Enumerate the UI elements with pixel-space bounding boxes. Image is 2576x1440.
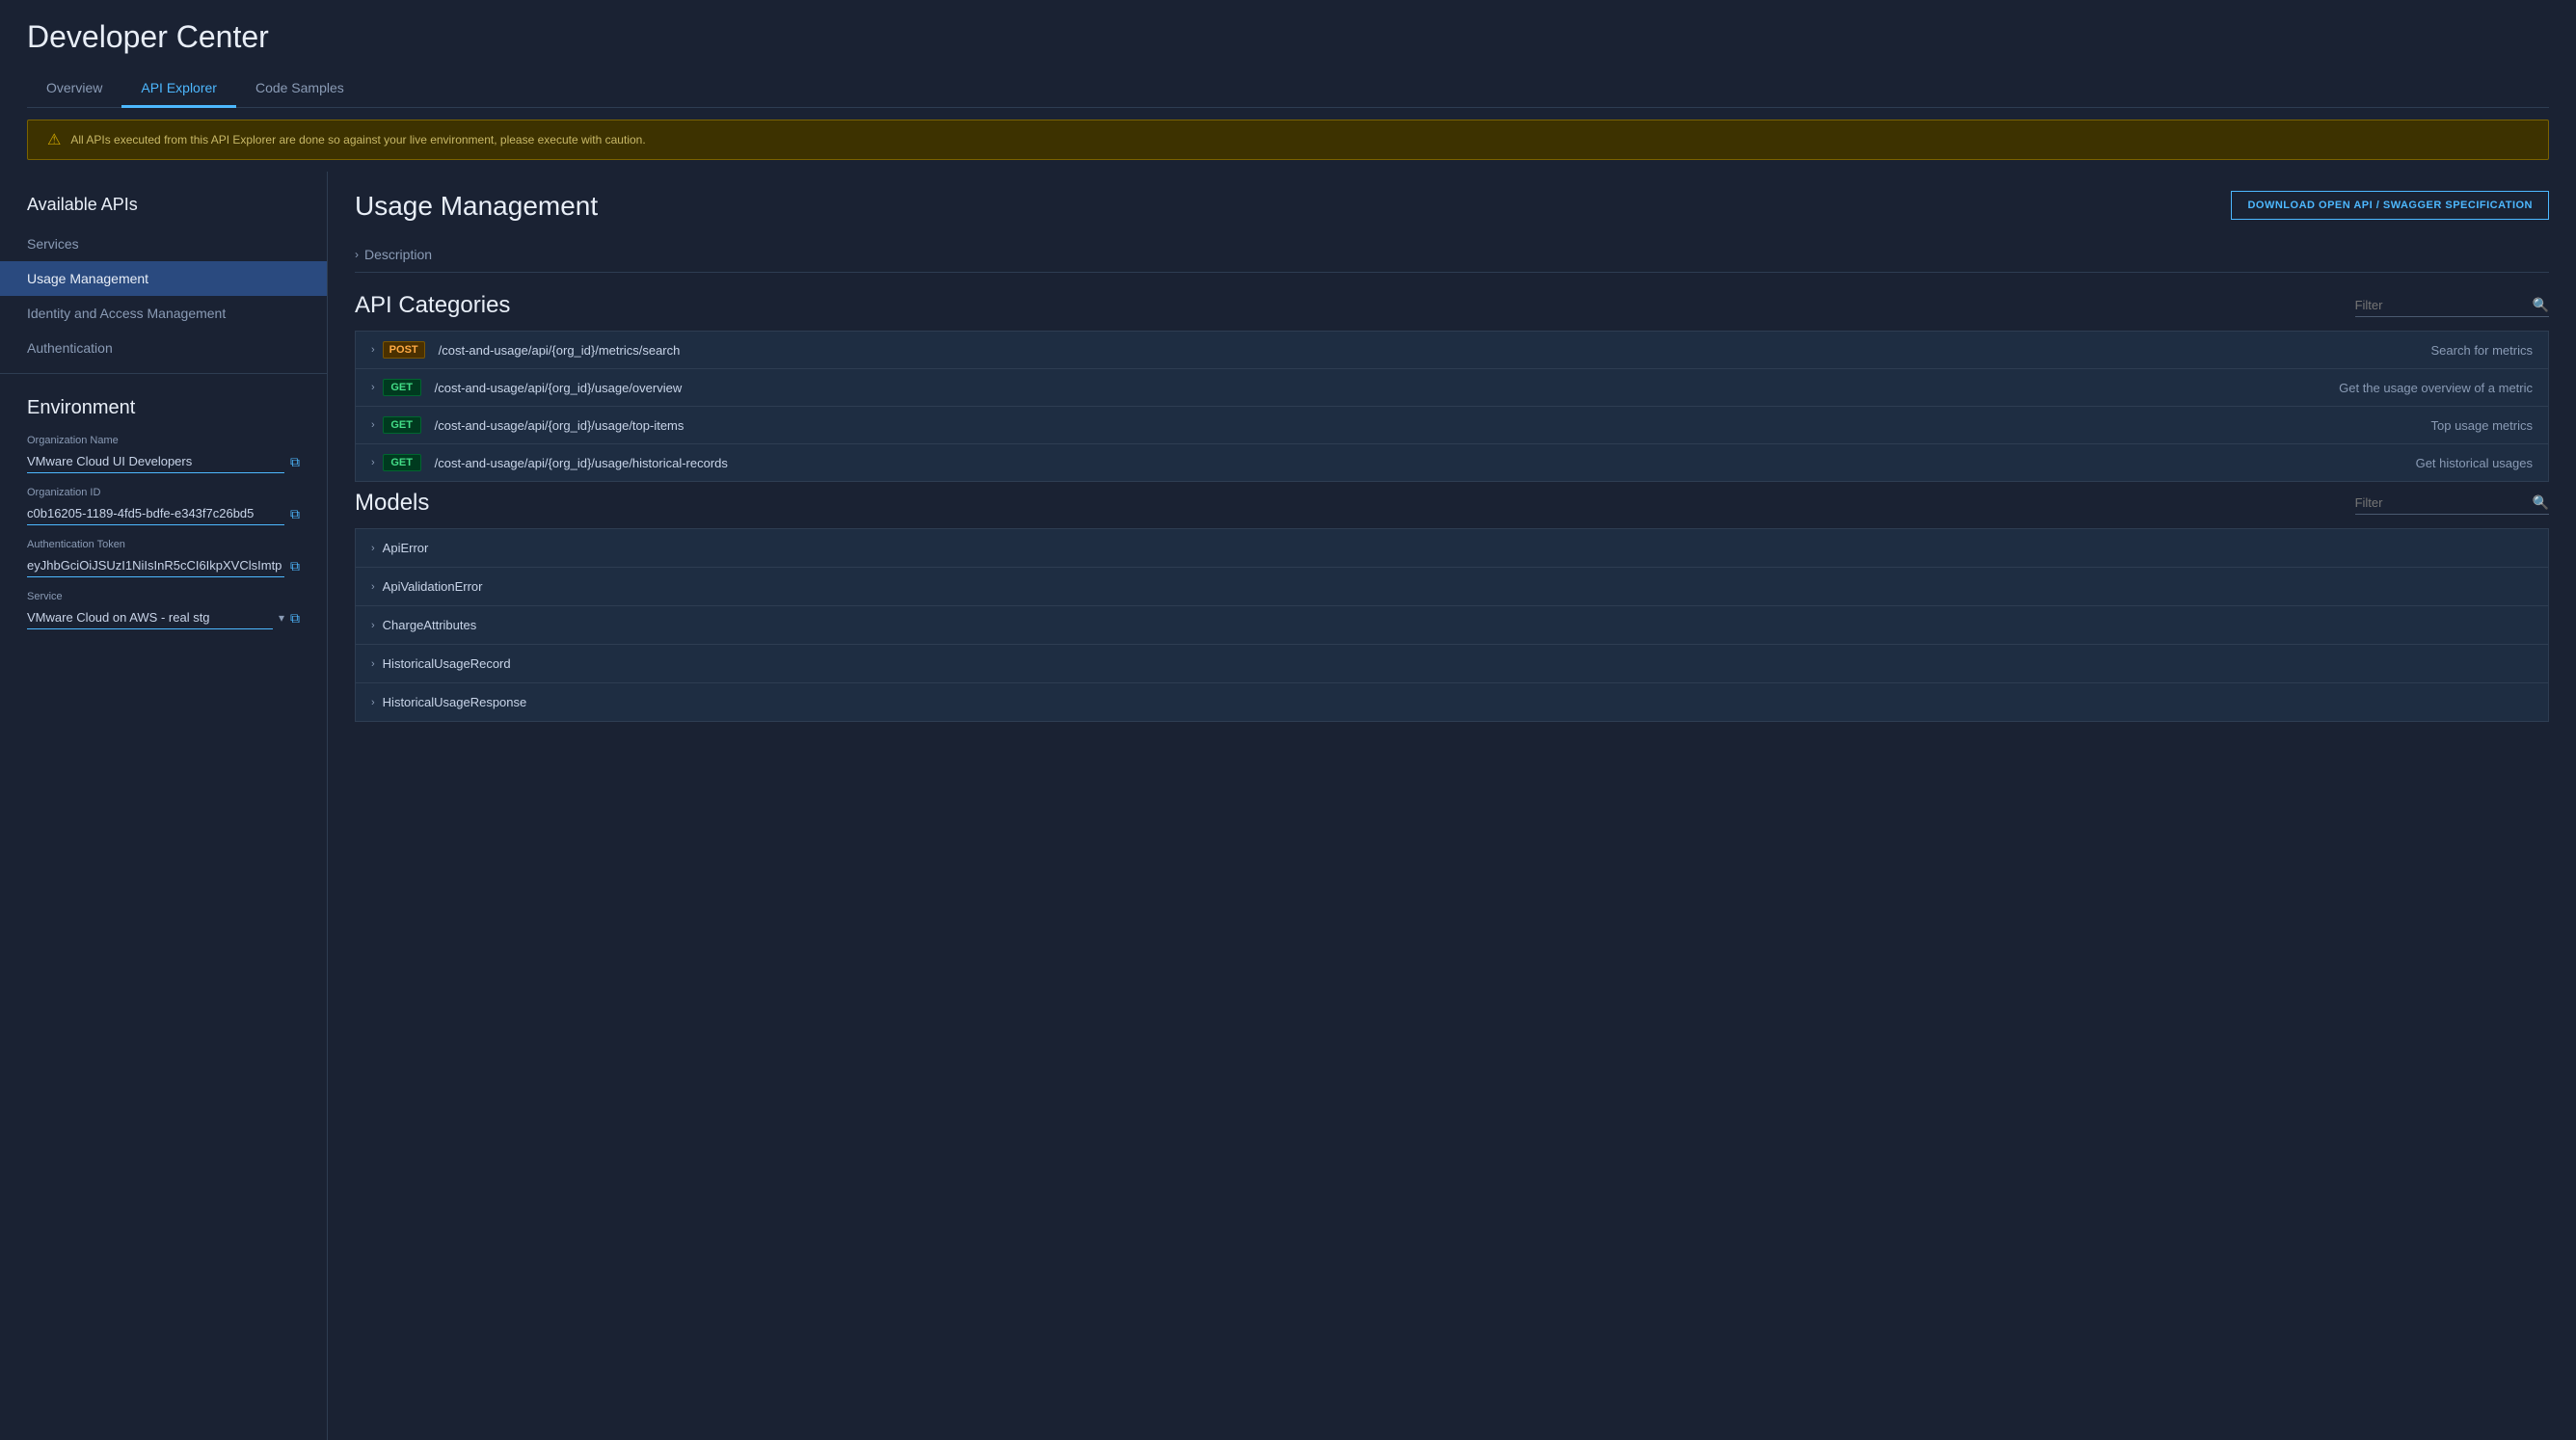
tab-code-samples[interactable]: Code Samples	[236, 70, 363, 108]
service-select[interactable]: VMware Cloud on AWS - real stg	[27, 606, 273, 629]
service-row: VMware Cloud on AWS - real stg ▾ ⧉	[27, 606, 300, 629]
main-layout: Available APIs Services Usage Management…	[0, 172, 2576, 1440]
model-chevron-icon: ›	[371, 543, 375, 554]
model-row-historical-usage-response[interactable]: › HistoricalUsageResponse	[355, 682, 2549, 722]
model-name: HistoricalUsageResponse	[383, 695, 527, 709]
models-section: Models 🔍 › ApiError › ApiValidationError	[355, 490, 2549, 722]
header: Developer Center Overview API Explorer C…	[0, 0, 2576, 108]
warning-banner: ⚠ All APIs executed from this API Explor…	[27, 120, 2549, 160]
api-filter-search-icon: 🔍	[2533, 297, 2549, 313]
api-row-post-metrics-search[interactable]: › POST /cost-and-usage/api/{org_id}/metr…	[355, 331, 2549, 368]
auth-token-input[interactable]	[27, 554, 284, 577]
models-title: Models	[355, 490, 429, 517]
auth-token-field: Authentication Token ⧉	[27, 539, 300, 577]
api-row-get-historical[interactable]: › GET /cost-and-usage/api/{org_id}/usage…	[355, 443, 2549, 482]
method-badge-get: GET	[383, 416, 421, 434]
api-row-chevron-icon: ›	[371, 382, 375, 393]
sidebar-item-usage-management[interactable]: Usage Management	[0, 261, 327, 296]
method-badge-post: POST	[383, 341, 425, 359]
org-id-field: Organization ID ⧉	[27, 487, 300, 525]
tabs-bar: Overview API Explorer Code Samples	[27, 70, 2549, 108]
org-name-copy-icon[interactable]: ⧉	[290, 454, 300, 470]
environment-section: Environment Organization Name ⧉ Organiza…	[0, 382, 327, 658]
auth-token-label: Authentication Token	[27, 539, 300, 550]
select-arrow-icon: ▾	[279, 611, 284, 625]
description-row[interactable]: › Description	[355, 237, 2549, 273]
content-title: Usage Management	[355, 191, 598, 222]
auth-token-row: ⧉	[27, 554, 300, 577]
api-description: Search for metrics	[2431, 343, 2533, 358]
api-categories-header: API Categories 🔍	[355, 292, 2549, 319]
content-header: Usage Management DOWNLOAD OPEN API / SWA…	[355, 191, 2549, 222]
api-list: › POST /cost-and-usage/api/{org_id}/metr…	[355, 331, 2549, 482]
api-row-get-usage-overview[interactable]: › GET /cost-and-usage/api/{org_id}/usage…	[355, 368, 2549, 406]
api-row-chevron-icon: ›	[371, 344, 375, 356]
org-id-label: Organization ID	[27, 487, 300, 498]
api-description: Get historical usages	[2416, 456, 2533, 470]
api-filter-row: 🔍	[2355, 294, 2549, 317]
model-row-charge-attributes[interactable]: › ChargeAttributes	[355, 605, 2549, 644]
service-label: Service	[27, 591, 300, 602]
method-badge-get: GET	[383, 379, 421, 396]
download-swagger-button[interactable]: DOWNLOAD OPEN API / SWAGGER SPECIFICATIO…	[2231, 191, 2549, 220]
org-name-label: Organization Name	[27, 435, 300, 446]
org-id-copy-icon[interactable]: ⧉	[290, 506, 300, 522]
api-row-get-top-items[interactable]: › GET /cost-and-usage/api/{org_id}/usage…	[355, 406, 2549, 443]
model-chevron-icon: ›	[371, 658, 375, 670]
model-name: HistoricalUsageRecord	[383, 656, 511, 671]
org-name-field: Organization Name ⧉	[27, 435, 300, 473]
warning-text: All APIs executed from this API Explorer…	[70, 133, 645, 147]
page-title: Developer Center	[27, 19, 2549, 55]
model-row-api-validation-error[interactable]: › ApiValidationError	[355, 567, 2549, 605]
org-id-row: ⧉	[27, 502, 300, 525]
api-path: /cost-and-usage/api/{org_id}/usage/histo…	[435, 456, 2416, 470]
service-copy-icon[interactable]: ⧉	[290, 610, 300, 627]
sidebar: Available APIs Services Usage Management…	[0, 172, 328, 1440]
models-filter-row: 🔍	[2355, 492, 2549, 515]
service-field: Service VMware Cloud on AWS - real stg ▾…	[27, 591, 300, 629]
model-chevron-icon: ›	[371, 581, 375, 593]
api-row-chevron-icon: ›	[371, 419, 375, 431]
api-path: /cost-and-usage/api/{org_id}/usage/overv…	[435, 381, 2339, 395]
sidebar-divider	[0, 373, 327, 374]
environment-title: Environment	[27, 397, 300, 419]
tab-api-explorer[interactable]: API Explorer	[121, 70, 236, 108]
models-filter-search-icon: 🔍	[2533, 494, 2549, 511]
models-header: Models 🔍	[355, 490, 2549, 517]
sidebar-item-iam[interactable]: Identity and Access Management	[0, 296, 327, 331]
org-name-input[interactable]	[27, 450, 284, 473]
sidebar-item-authentication[interactable]: Authentication	[0, 331, 327, 365]
models-list: › ApiError › ApiValidationError › Charge…	[355, 528, 2549, 722]
model-row-api-error[interactable]: › ApiError	[355, 528, 2549, 567]
api-path: /cost-and-usage/api/{org_id}/usage/top-i…	[435, 418, 2431, 433]
method-badge-get: GET	[383, 454, 421, 471]
description-chevron-icon: ›	[355, 248, 359, 261]
model-row-historical-usage-record[interactable]: › HistoricalUsageRecord	[355, 644, 2549, 682]
tab-overview[interactable]: Overview	[27, 70, 121, 108]
org-id-input[interactable]	[27, 502, 284, 525]
model-name: ChargeAttributes	[383, 618, 477, 632]
available-apis-title: Available APIs	[0, 187, 327, 223]
org-name-row: ⧉	[27, 450, 300, 473]
api-filter-input[interactable]	[2355, 294, 2525, 316]
api-description: Get the usage overview of a metric	[2339, 381, 2533, 395]
model-chevron-icon: ›	[371, 697, 375, 708]
page-container: Developer Center Overview API Explorer C…	[0, 0, 2576, 1440]
api-description: Top usage metrics	[2431, 418, 2534, 433]
models-filter-input[interactable]	[2355, 492, 2525, 514]
model-chevron-icon: ›	[371, 620, 375, 631]
model-name: ApiValidationError	[383, 579, 483, 594]
api-categories-title: API Categories	[355, 292, 510, 319]
auth-token-copy-icon[interactable]: ⧉	[290, 558, 300, 574]
sidebar-item-services[interactable]: Services	[0, 227, 327, 261]
content-area: Usage Management DOWNLOAD OPEN API / SWA…	[328, 172, 2576, 1440]
warning-icon: ⚠	[47, 130, 61, 149]
api-row-chevron-icon: ›	[371, 457, 375, 468]
model-name: ApiError	[383, 541, 429, 555]
api-path: /cost-and-usage/api/{org_id}/metrics/sea…	[439, 343, 2431, 358]
description-label: Description	[364, 247, 432, 262]
